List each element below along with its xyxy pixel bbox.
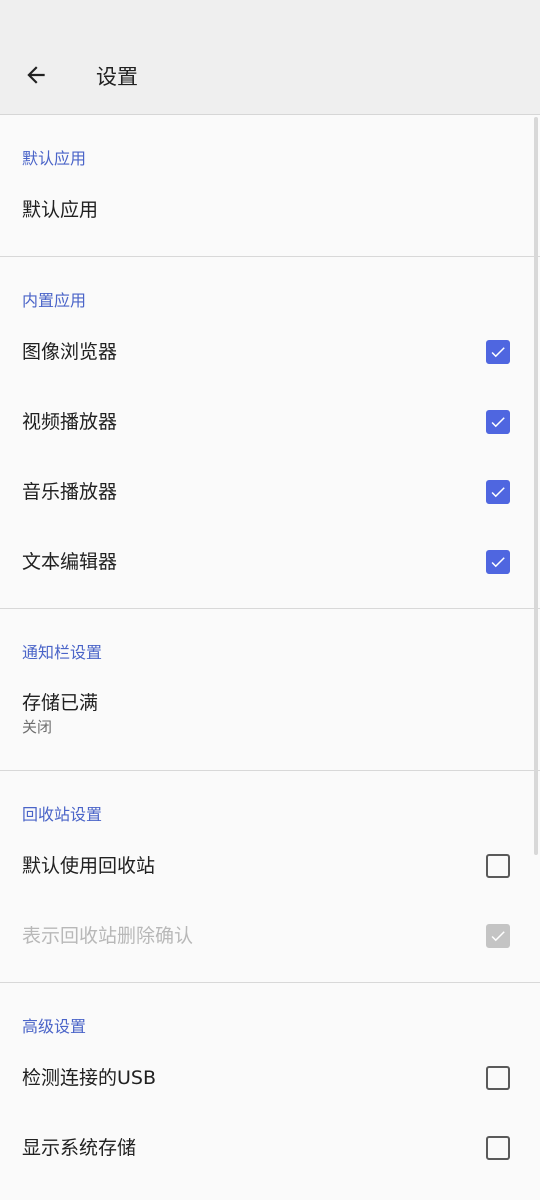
- setting-use-recycle-bin[interactable]: 默认使用回收站: [0, 831, 540, 901]
- setting-recycle-confirm: 表示回收站删除确认: [0, 901, 540, 971]
- setting-default-apps[interactable]: 默认应用: [0, 175, 540, 245]
- arrow-back-icon: [23, 62, 49, 92]
- setting-label: 存储已满: [22, 692, 99, 714]
- image-viewer-checkbox[interactable]: [486, 340, 510, 364]
- setting-label: 表示回收站删除确认: [22, 925, 194, 947]
- setting-label: 图像浏览器: [22, 341, 118, 363]
- app-toolbar: 设置: [0, 36, 540, 115]
- setting-storage-full[interactable]: 存储已满 关闭: [0, 669, 540, 759]
- use-recycle-bin-checkbox[interactable]: [486, 854, 510, 878]
- section-header: 内置应用: [22, 291, 87, 310]
- setting-label: 文本编辑器: [22, 551, 118, 573]
- setting-music-player[interactable]: 音乐播放器: [0, 457, 540, 527]
- show-system-storage-checkbox[interactable]: [486, 1136, 510, 1160]
- setting-label: 检测连接的USB: [22, 1067, 157, 1089]
- section-header: 高级设置: [22, 1017, 87, 1036]
- section-advanced: 高级设置 检测连接的USB 显示系统存储: [0, 983, 540, 1194]
- music-player-checkbox[interactable]: [486, 480, 510, 504]
- setting-label: 默认应用: [22, 199, 99, 221]
- check-icon: [491, 417, 505, 428]
- video-player-checkbox[interactable]: [486, 410, 510, 434]
- detect-usb-checkbox[interactable]: [486, 1066, 510, 1090]
- setting-video-player[interactable]: 视频播放器: [0, 387, 540, 457]
- setting-label: 默认使用回收站: [22, 855, 156, 877]
- check-icon: [491, 557, 505, 568]
- back-button[interactable]: [14, 55, 58, 99]
- section-header: 通知栏设置: [22, 643, 103, 662]
- setting-label: 音乐播放器: [22, 481, 118, 503]
- setting-summary: 关闭: [22, 718, 53, 736]
- section-recycle-bin: 回收站设置 默认使用回收站 表示回收站删除确认: [0, 771, 540, 983]
- check-icon: [491, 487, 505, 498]
- section-header: 默认应用: [22, 149, 87, 168]
- setting-image-viewer[interactable]: 图像浏览器: [0, 317, 540, 387]
- text-editor-checkbox[interactable]: [486, 550, 510, 574]
- check-icon: [491, 347, 505, 358]
- section-default-apps: 默认应用 默认应用: [0, 115, 540, 257]
- setting-label: 显示系统存储: [22, 1137, 137, 1159]
- status-bar: [0, 0, 540, 36]
- recycle-confirm-checkbox: [486, 924, 510, 948]
- scrollbar[interactable]: [534, 117, 538, 855]
- setting-show-system-storage[interactable]: 显示系统存储: [0, 1113, 540, 1183]
- section-header: 回收站设置: [22, 805, 103, 824]
- section-builtin-apps: 内置应用 图像浏览器 视频播放器 音乐播放器 文本编辑器: [0, 257, 540, 609]
- settings-list[interactable]: 默认应用 默认应用 内置应用 图像浏览器 视频播放器 音乐播放器 文本编辑器 通…: [0, 115, 540, 1200]
- setting-detect-usb[interactable]: 检测连接的USB: [0, 1043, 540, 1113]
- page-title: 设置: [96, 65, 138, 89]
- check-icon: [491, 931, 505, 942]
- section-notification: 通知栏设置 存储已满 关闭: [0, 609, 540, 771]
- setting-text-editor[interactable]: 文本编辑器: [0, 527, 540, 597]
- setting-label: 视频播放器: [22, 411, 118, 433]
